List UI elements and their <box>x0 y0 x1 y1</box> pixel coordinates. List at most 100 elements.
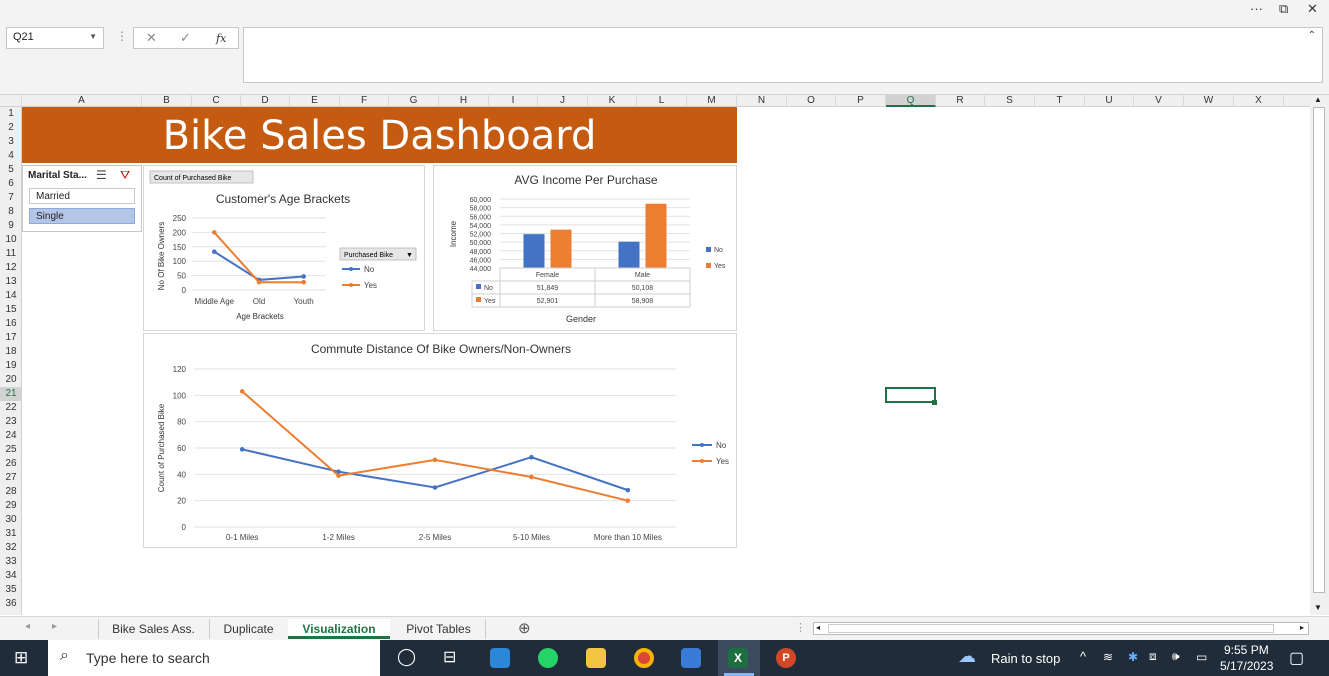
battery-icon[interactable]: ▭ <box>1196 650 1207 664</box>
clock-date[interactable]: 5/17/2023 <box>1220 659 1273 673</box>
horizontal-scrollbar[interactable]: ◂ ▸ <box>813 622 1309 635</box>
enter-icon[interactable]: ✓ <box>180 30 191 46</box>
grip-icon: ⋮ <box>116 29 128 43</box>
scroll-thumb[interactable] <box>1313 107 1325 593</box>
column-header-l: L <box>637 95 687 107</box>
y-tick-label: 60 <box>177 444 186 453</box>
data-point <box>432 485 438 490</box>
splitter-icon[interactable]: ⋮ <box>795 621 806 634</box>
restore-icon[interactable]: ⧉ <box>1279 1 1288 17</box>
excel-taskbar-button[interactable]: X <box>718 640 760 676</box>
data-label: 51,849 <box>537 285 559 292</box>
clear-filter-icon[interactable]: ⛛ <box>120 168 130 183</box>
column-header-m: M <box>687 95 737 107</box>
scroll-left-icon[interactable]: ◂ <box>816 623 820 632</box>
whatsapp-icon[interactable] <box>538 648 558 668</box>
commute-distance-chart[interactable]: Commute Distance Of Bike Owners/Non-Owne… <box>143 333 737 548</box>
x-axis-title: Gender <box>566 314 596 324</box>
legend-swatch-no <box>706 247 711 252</box>
taskbar-search[interactable]: ⌕ Type here to search <box>48 640 380 676</box>
tab-visualization[interactable]: Visualization <box>288 619 390 639</box>
data-label: 58,908 <box>632 298 654 305</box>
vertical-scrollbar[interactable]: ▲ ▼ <box>1310 95 1329 615</box>
chevron-down-icon[interactable]: ▼ <box>406 252 413 259</box>
y-tick-label: 58,000 <box>470 206 492 213</box>
scroll-right-icon[interactable]: ▸ <box>1300 623 1304 632</box>
collapse-icon[interactable]: ⌃ <box>1308 30 1316 41</box>
chevron-down-icon[interactable]: ▼ <box>89 32 97 41</box>
weather-icon[interactable]: ☁ <box>958 646 976 667</box>
name-box-value: Q21 <box>13 31 34 43</box>
display-icon[interactable]: ⧈ <box>1149 649 1157 664</box>
search-placeholder: Type here to search <box>86 650 210 666</box>
multi-select-icon[interactable]: ☰ <box>96 168 107 182</box>
chevron-up-icon[interactable]: ^ <box>1080 649 1086 664</box>
scroll-right-icon[interactable]: ▸ <box>52 621 57 632</box>
row-header-32: 32 <box>5 542 17 553</box>
store-icon[interactable] <box>681 648 701 668</box>
y-tick-label: 100 <box>173 391 187 400</box>
data-point <box>212 249 217 254</box>
name-box[interactable]: Q21 ▼ <box>6 27 104 49</box>
formula-input[interactable]: ⌃ <box>243 27 1323 83</box>
tab-label: Visualization <box>302 622 376 636</box>
column-header-v: V <box>1134 95 1184 107</box>
file-explorer-icon[interactable] <box>586 648 606 668</box>
sheet-tabs-bar: ◂ ▸ Bike Sales Ass. Duplicate Visualizat… <box>0 616 1329 640</box>
bluetooth-icon[interactable]: ✱ <box>1128 650 1138 664</box>
insert-function-icon[interactable]: fx <box>216 32 226 45</box>
scroll-down-icon[interactable]: ▼ <box>1314 603 1322 612</box>
slicer-item-label: Married <box>36 191 70 202</box>
x-tick-label: 0-1 Miles <box>226 533 258 542</box>
age-brackets-chart[interactable]: Count of Purchased Bike Customer's Age B… <box>143 165 425 331</box>
slicer-item-married[interactable]: Married <box>29 188 135 204</box>
add-sheet-icon[interactable]: ⊕ <box>518 619 531 637</box>
windows-start-icon[interactable]: ⊞ <box>14 648 28 668</box>
marital-status-slicer[interactable]: Marital Sta... ☰ ⛛ Married Single <box>22 165 142 232</box>
row-header-20: 20 <box>5 374 17 385</box>
chrome-icon[interactable] <box>634 648 654 668</box>
powerpoint-icon[interactable]: P <box>776 648 796 668</box>
avg-income-chart[interactable]: AVG Income Per Purchase Gender Income 44… <box>433 165 737 331</box>
fill-handle[interactable] <box>932 400 937 405</box>
row-header-22: 22 <box>5 402 17 413</box>
legend-label: Yes <box>716 457 729 466</box>
wifi-icon[interactable]: ≋ <box>1103 650 1113 664</box>
cortana-icon[interactable]: ◯ <box>397 647 416 667</box>
tab-pivot-tables[interactable]: Pivot Tables <box>392 619 486 639</box>
cancel-icon[interactable]: ✕ <box>146 30 157 46</box>
column-header-o: O <box>787 95 836 107</box>
scroll-left-icon[interactable]: ◂ <box>25 621 30 632</box>
scroll-up-icon[interactable]: ▲ <box>1314 95 1322 104</box>
notifications-icon[interactable]: ▢ <box>1289 648 1304 668</box>
y-tick-label: 50 <box>177 272 186 281</box>
selected-cell[interactable] <box>885 387 936 403</box>
row-header-9: 9 <box>8 220 14 231</box>
legend-label: No <box>714 247 723 254</box>
slicer-item-single[interactable]: Single <box>29 208 135 224</box>
column-headers: ABCDEFGHIJKLMNOPQRSTUVWX <box>0 95 1310 107</box>
column-header-u: U <box>1085 95 1134 107</box>
data-point <box>625 487 631 493</box>
volume-icon[interactable]: 🕪 <box>1172 649 1180 664</box>
bar-no-male <box>618 241 640 268</box>
row-header-7: 7 <box>8 192 14 203</box>
close-icon[interactable]: ✕ <box>1307 1 1318 17</box>
task-view-icon[interactable]: ⊟ <box>443 647 456 667</box>
row-header-2: 2 <box>8 122 14 133</box>
weather-text[interactable]: Rain to stop <box>991 651 1060 666</box>
x-axis-title: Age Brackets <box>236 312 284 321</box>
more-options-icon[interactable]: ··· <box>1250 1 1263 16</box>
mail-icon[interactable] <box>490 648 510 668</box>
row-header-15: 15 <box>5 304 17 315</box>
scroll-thumb[interactable] <box>828 624 1274 633</box>
column-header-t: T <box>1035 95 1085 107</box>
data-point <box>301 279 306 285</box>
tab-duplicate[interactable]: Duplicate <box>209 619 287 639</box>
column-header-d: D <box>241 95 290 107</box>
column-header-r: R <box>936 95 985 107</box>
dashboard-banner: Bike Sales Dashboard <box>22 107 737 163</box>
tab-bike-sales-ass[interactable]: Bike Sales Ass. <box>98 619 208 639</box>
clock-time[interactable]: 9:55 PM <box>1224 643 1269 657</box>
row-header-13: 13 <box>5 276 17 287</box>
